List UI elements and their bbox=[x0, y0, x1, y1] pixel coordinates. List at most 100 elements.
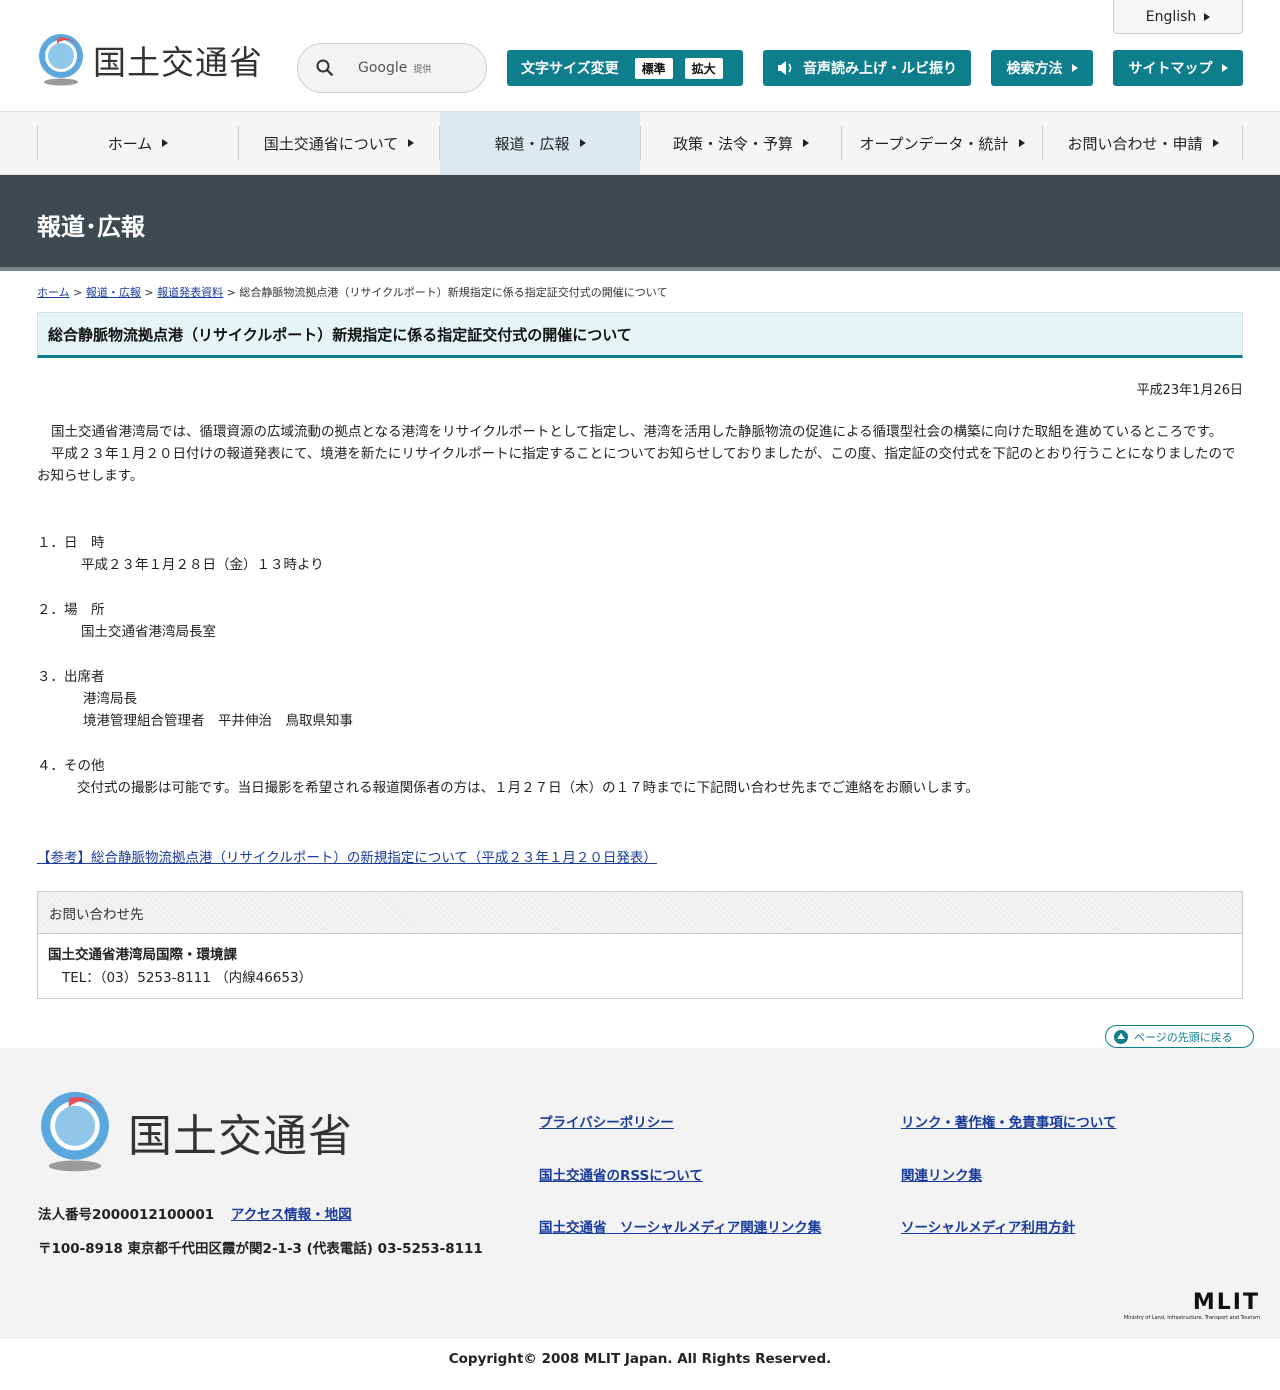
nav-divider bbox=[1242, 126, 1243, 160]
nav-item-contact[interactable]: お問い合わせ・申請 bbox=[1043, 112, 1243, 174]
font-size-control: 文字サイズ変更 標準 拡大 bbox=[507, 50, 743, 86]
mlit-wordmark-subtitle: Ministry of Land, Infrastructure, Transp… bbox=[1123, 1315, 1260, 1321]
back-to-top-label: ページの先頭に戻る bbox=[1134, 1030, 1233, 1044]
article-title-text: 総合静脈物流拠点港（リサイクルポート）新規指定に係る指定証交付式の開催について bbox=[48, 325, 632, 344]
font-size-label: 文字サイズ変更 bbox=[521, 61, 619, 77]
site-header: 国土交通省 English Google 提供 文字サイズ変更 標準 拡大 音声… bbox=[0, 0, 1280, 112]
paragraph: 平成２３年１月２０日付けの報道発表にて、境港を新たにリサイクルポートに指定するこ… bbox=[37, 446, 1236, 484]
article-title: 総合静脈物流拠点港（リサイクルポート）新規指定に係る指定証交付式の開催について bbox=[37, 312, 1243, 358]
footer-logo[interactable]: 国土交通省 bbox=[38, 1090, 353, 1174]
english-label: English bbox=[1145, 8, 1197, 25]
speaker-icon bbox=[778, 61, 792, 75]
nav-label: オープンデータ・統計 bbox=[859, 134, 1009, 153]
contact-heading: お問い合わせ先 bbox=[38, 892, 1242, 934]
contact-organization: 国土交通省港湾局国際・環境課 bbox=[48, 947, 237, 963]
section-location: ２．場 所 国土交通省港湾局長室 bbox=[37, 599, 216, 643]
section-text: 港湾局長 bbox=[83, 691, 137, 707]
mlit-wordmark: MLIT Ministry of Land, Infrastructure, T… bbox=[1102, 1290, 1260, 1321]
back-to-top-button[interactable]: ページの先頭に戻る bbox=[1105, 1025, 1254, 1048]
nav-item-press[interactable]: 報道・広報 bbox=[440, 112, 640, 174]
triangle-right-icon bbox=[1071, 64, 1078, 72]
sitemap-button[interactable]: サイトマップ bbox=[1113, 50, 1243, 86]
triangle-right-icon bbox=[1018, 139, 1025, 147]
section-text: 境港管理組合管理者 平井伸治 鳥取県知事 bbox=[83, 713, 353, 729]
section-title-band: 報道･広報 bbox=[0, 175, 1280, 271]
mlit-logo-icon bbox=[39, 34, 83, 86]
section-heading: ４．その他 bbox=[37, 758, 105, 774]
section-heading: ２．場 所 bbox=[37, 602, 105, 618]
nav-label: お問い合わせ・申請 bbox=[1067, 134, 1203, 153]
triangle-right-icon bbox=[1212, 139, 1219, 147]
google-label: Google bbox=[358, 60, 408, 76]
paragraph: 国土交通省港湾局では、循環資源の広域流動の拠点となる港湾をリサイクルポートとして… bbox=[51, 424, 1223, 440]
breadcrumb-separator: > bbox=[73, 286, 83, 299]
sitemap-label: サイトマップ bbox=[1128, 61, 1213, 77]
search-method-label: 検索方法 bbox=[1006, 61, 1063, 77]
nav-item-policy[interactable]: 政策・法令・予算 bbox=[641, 112, 841, 174]
triangle-right-icon bbox=[408, 139, 415, 147]
section-title: 報道･広報 bbox=[37, 213, 145, 241]
breadcrumb: ホーム > 報道・広報 > 報道発表資料 > 総合静脈物流拠点港（リサイクルポー… bbox=[37, 284, 667, 300]
search-icon bbox=[316, 59, 334, 77]
reference-link[interactable]: 【参考】総合静脈物流拠点港（リサイクルポート）の新規指定について（平成２３年１月… bbox=[37, 846, 657, 866]
breadcrumb-press-link[interactable]: 報道・広報 bbox=[86, 286, 141, 299]
contact-phone: TEL：（03）5253-8111 （内線46653） bbox=[62, 970, 313, 986]
voice-label: 音声読み上げ・ルビ振り bbox=[803, 61, 957, 77]
address: 〒100-8918 東京都千代田区霞が関2-1-3 (代表電話) 03-5253… bbox=[38, 1241, 483, 1257]
rss-link[interactable]: 国土交通省のRSSについて bbox=[539, 1164, 703, 1184]
copyright: Copyright© 2008 MLIT Japan. All Rights R… bbox=[448, 1351, 832, 1367]
publish-date: 平成23年1月26日 bbox=[1136, 383, 1243, 398]
breadcrumb-current: 総合静脈物流拠点港（リサイクルポート）新規指定に係る指定証交付式の開催について bbox=[239, 286, 668, 299]
access-map-link[interactable]: アクセス情報・地図 bbox=[231, 1207, 352, 1223]
contact-box: お問い合わせ先 国土交通省港湾局国際・環境課 TEL：（03）5253-8111… bbox=[37, 891, 1243, 999]
section-other: ４．その他 交付式の撮影は可能です。当日撮影を希望される報道関係者の方は、１月２… bbox=[37, 755, 979, 799]
footer-logo-text: 国土交通省 bbox=[128, 1111, 353, 1162]
corporate-number-text: 法人番号2000012100001 bbox=[38, 1207, 215, 1223]
voice-ruby-button[interactable]: 音声読み上げ・ルビ振り bbox=[763, 50, 971, 86]
nav-item-home[interactable]: ホーム bbox=[38, 112, 238, 174]
corporate-number: 法人番号2000012100001 アクセス情報・地図 bbox=[38, 1203, 352, 1223]
nav-label: 報道・広報 bbox=[494, 134, 570, 153]
font-size-standard-button[interactable]: 標準 bbox=[634, 57, 673, 79]
nav-label: 政策・法令・予算 bbox=[672, 134, 793, 153]
font-size-large-button[interactable]: 拡大 bbox=[684, 57, 723, 79]
english-link[interactable]: English bbox=[1113, 0, 1243, 34]
nav-item-opendata[interactable]: オープンデータ・統計 bbox=[842, 112, 1042, 174]
breadcrumb-home-link[interactable]: ホーム bbox=[37, 286, 70, 299]
related-links-link[interactable]: 関連リンク集 bbox=[901, 1164, 982, 1184]
logo-text: 国土交通省 bbox=[93, 43, 263, 82]
section-attendees: ３．出席者 港湾局長 境港管理組合管理者 平井伸治 鳥取県知事 bbox=[37, 666, 353, 732]
site-logo[interactable]: 国土交通省 bbox=[37, 34, 263, 86]
nav-label: 国土交通省について bbox=[263, 134, 399, 153]
breadcrumb-separator: > bbox=[144, 286, 154, 299]
social-media-links-link[interactable]: 国土交通省 ソーシャルメディア関連リンク集 bbox=[539, 1216, 821, 1236]
triangle-right-icon bbox=[162, 139, 169, 147]
triangle-right-icon bbox=[1204, 12, 1211, 21]
contact-body: 国土交通省港湾局国際・環境課 TEL：（03）5253-8111 （内線4665… bbox=[38, 934, 1242, 1000]
search-method-button[interactable]: 検索方法 bbox=[991, 50, 1093, 86]
section-text: 交付式の撮影は可能です。当日撮影を希望される報道関係者の方は、１月２７日（木）の… bbox=[77, 780, 979, 796]
google-sub-label: 提供 bbox=[413, 64, 432, 75]
section-text: 平成２３年１月２８日（金）１３時より bbox=[81, 557, 324, 573]
site-footer: 国土交通省 法人番号2000012100001 アクセス情報・地図 〒100-8… bbox=[0, 1048, 1280, 1339]
arrow-up-icon bbox=[1114, 1029, 1128, 1044]
social-media-policy-link[interactable]: ソーシャルメディア利用方針 bbox=[901, 1216, 1075, 1236]
global-nav: ホーム 国土交通省について 報道・広報 政策・法令・予算 オープンデータ・統計 … bbox=[0, 112, 1280, 175]
mlit-logo-icon bbox=[41, 1091, 109, 1172]
triangle-right-icon bbox=[1221, 64, 1228, 72]
triangle-right-icon bbox=[579, 139, 586, 147]
mlit-wordmark-text: MLIT bbox=[1192, 1290, 1260, 1315]
nav-label: ホーム bbox=[107, 134, 153, 153]
section-heading: ３．出席者 bbox=[37, 669, 105, 685]
triangle-right-icon bbox=[803, 139, 809, 147]
section-heading: １．日 時 bbox=[37, 535, 105, 551]
section-datetime: １．日 時 平成２３年１月２８日（金）１３時より bbox=[37, 532, 324, 576]
breadcrumb-release-link[interactable]: 報道発表資料 bbox=[157, 286, 223, 299]
nav-item-about[interactable]: 国土交通省について bbox=[239, 112, 439, 174]
search-input[interactable]: Google 提供 bbox=[297, 43, 487, 93]
copyright-disclaimer-link[interactable]: リンク・著作権・免責事項について bbox=[901, 1111, 1116, 1131]
article-body: 国土交通省港湾局では、循環資源の広域流動の拠点となる港湾をリサイクルポートとして… bbox=[37, 421, 1245, 487]
section-text: 国土交通省港湾局長室 bbox=[81, 624, 216, 640]
privacy-policy-link[interactable]: プライバシーポリシー bbox=[539, 1111, 674, 1131]
breadcrumb-separator: > bbox=[226, 286, 236, 299]
